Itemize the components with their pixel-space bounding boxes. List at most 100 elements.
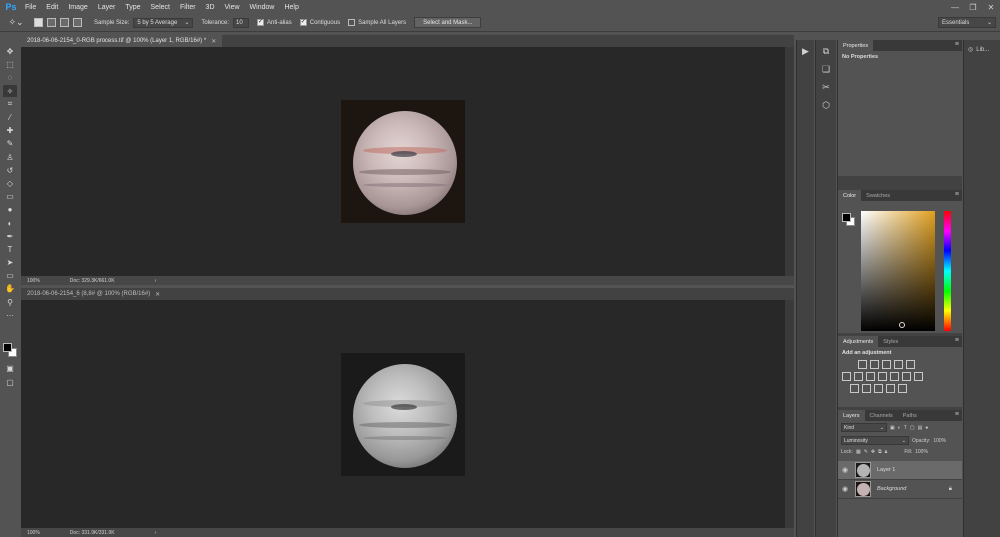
tab-properties[interactable]: Properties [838, 40, 874, 51]
brush-tool-icon[interactable]: ✎ [3, 138, 17, 150]
eyedropper-tool-icon[interactable]: ⁄ [3, 112, 17, 124]
gradient-map-icon[interactable] [898, 384, 907, 393]
status-menu-icon[interactable]: › [155, 278, 157, 284]
filter-pixel-icon[interactable]: ▣ [890, 425, 895, 431]
tolerance-input[interactable]: 10 [233, 17, 250, 28]
channel-mixer-icon[interactable] [890, 372, 899, 381]
menu-edit[interactable]: Edit [41, 4, 63, 11]
contiguous-option[interactable]: ✓ Contiguous [299, 19, 340, 26]
eraser-tool-icon[interactable]: ◇ [3, 177, 17, 189]
selective-color-icon[interactable] [886, 384, 895, 393]
filter-shape-icon[interactable]: ▢ [910, 425, 915, 431]
color-lookup-icon[interactable] [902, 372, 911, 381]
layer-row-background[interactable]: ◉ Background 🔒︎ [838, 480, 962, 499]
filter-toggle-icon[interactable]: ● [925, 425, 928, 431]
more-tools-icon[interactable]: ··· [3, 309, 17, 321]
tab-channels[interactable]: Channels [865, 410, 898, 421]
panel-menu-icon[interactable]: ≡ [955, 337, 959, 344]
brightness-icon[interactable] [858, 360, 867, 369]
workspace-switcher[interactable]: Essentials ⌄ [938, 17, 996, 28]
menu-view[interactable]: View [220, 4, 245, 11]
zoom-level[interactable]: 100% [27, 530, 40, 536]
foreground-color-swatch[interactable] [3, 343, 12, 352]
anti-alias-checkbox[interactable]: ✓ [257, 19, 265, 26]
visibility-eye-icon[interactable]: ◉ [838, 466, 852, 474]
layer-row-layer-1[interactable]: ◉ Layer 1 [838, 461, 962, 480]
quick-mask-icon[interactable]: ▣ [3, 363, 17, 375]
menu-help[interactable]: Help [279, 4, 303, 11]
zoom-level[interactable]: 100% [27, 278, 40, 284]
lasso-tool-icon[interactable]: ◌ [3, 72, 17, 84]
levels-icon[interactable] [870, 360, 879, 369]
layer-comps-icon[interactable]: ❏ [819, 62, 833, 76]
panel-menu-icon[interactable]: ≡ [955, 41, 959, 48]
color-picker-ring[interactable] [899, 322, 905, 328]
history-brush-tool-icon[interactable]: ↺ [3, 164, 17, 176]
tools-presets-icon[interactable]: ✂ [819, 80, 833, 94]
status-menu-icon[interactable]: › [155, 530, 157, 536]
lock-position-icon[interactable]: ✥ [871, 449, 875, 455]
close-icon[interactable]: ✕ [155, 291, 160, 298]
blend-mode-select[interactable]: Luminosity ⌄ [841, 436, 909, 445]
menu-image[interactable]: Image [63, 4, 92, 11]
subtract-selection-button[interactable] [60, 18, 69, 27]
vertical-scrollbar-1[interactable] [785, 47, 794, 276]
black-white-icon[interactable] [866, 372, 875, 381]
opacity-value[interactable]: 100% [933, 438, 946, 444]
clone-stamp-tool-icon[interactable]: ♙ [3, 151, 17, 163]
close-button[interactable]: ✕ [982, 0, 1000, 14]
tab-styles[interactable]: Styles [878, 336, 903, 347]
intersect-selection-button[interactable] [73, 18, 82, 27]
lock-artboard-icon[interactable]: ⧉ [878, 449, 882, 455]
lock-transparency-icon[interactable]: ▦ [856, 449, 861, 455]
panel-menu-icon[interactable]: ≡ [955, 191, 959, 198]
add-selection-button[interactable] [47, 18, 56, 27]
document-tab-1[interactable]: 2018-06-06-2154_0-RGB process.tif @ 100%… [21, 35, 223, 47]
menu-3d[interactable]: 3D [201, 4, 220, 11]
magic-wand-tool-icon[interactable]: ✧ [3, 85, 17, 98]
grid-icon[interactable] [914, 372, 923, 381]
healing-brush-tool-icon[interactable]: ✚ [3, 125, 17, 137]
blur-tool-icon[interactable]: ● [3, 204, 17, 216]
dodge-tool-icon[interactable]: ◐ [3, 217, 17, 229]
zoom-tool-icon[interactable]: ⚲ [3, 296, 17, 308]
foreground-color-swatch[interactable] [842, 213, 851, 222]
hand-tool-icon[interactable]: ✋ [3, 283, 17, 295]
path-selection-tool-icon[interactable]: ➤ [3, 257, 17, 269]
sample-size-select[interactable]: 5 by 5 Average ⌄ [133, 17, 194, 28]
play-icon[interactable]: ▶ [799, 44, 813, 58]
sample-all-layers-checkbox[interactable] [348, 19, 356, 26]
photo-filter-icon[interactable] [878, 372, 887, 381]
menu-select[interactable]: Select [146, 4, 175, 11]
vibrance-icon[interactable] [906, 360, 915, 369]
tab-color[interactable]: Color [838, 190, 862, 201]
lock-all-icon[interactable]: 🔒︎ [885, 449, 888, 455]
type-tool-icon[interactable]: T [3, 243, 17, 255]
close-icon[interactable]: ✕ [211, 38, 216, 45]
sample-all-layers-option[interactable]: Sample All Layers [348, 19, 406, 26]
filter-smart-icon[interactable]: ▤ [918, 425, 923, 431]
layer-filter-kind-select[interactable]: Kind ⌄ [841, 423, 887, 432]
posterize-icon[interactable] [862, 384, 871, 393]
tab-layers[interactable]: Layers [838, 410, 865, 421]
magic-wand-icon[interactable]: ✧⌄ [6, 16, 26, 30]
libraries-button[interactable]: ◎ Lib... [964, 40, 1000, 59]
document-canvas-2[interactable] [21, 300, 785, 528]
color-field[interactable] [861, 211, 935, 331]
tab-paths[interactable]: Paths [898, 410, 922, 421]
lock-pixels-icon[interactable]: ✎ [864, 449, 868, 455]
filter-type-icon[interactable]: T [904, 425, 907, 431]
layer-name[interactable]: Layer 1 [877, 467, 895, 473]
rectangle-tool-icon[interactable]: ▭ [3, 270, 17, 282]
menu-layer[interactable]: Layer [93, 4, 121, 11]
crop-tool-icon[interactable]: ⌗ [3, 98, 17, 110]
filter-adjustment-icon[interactable]: ◐ [898, 425, 901, 431]
threshold-icon[interactable] [874, 384, 883, 393]
3d-cube-icon[interactable]: ⬡ [819, 98, 833, 112]
screen-mode-icon[interactable]: ▢ [3, 377, 17, 389]
exposure-icon[interactable] [894, 360, 903, 369]
visibility-eye-icon[interactable]: ◉ [838, 485, 852, 493]
anti-alias-option[interactable]: ✓ Anti-alias [257, 19, 292, 26]
fill-value[interactable]: 100% [915, 449, 928, 455]
new-selection-button[interactable] [34, 18, 43, 27]
